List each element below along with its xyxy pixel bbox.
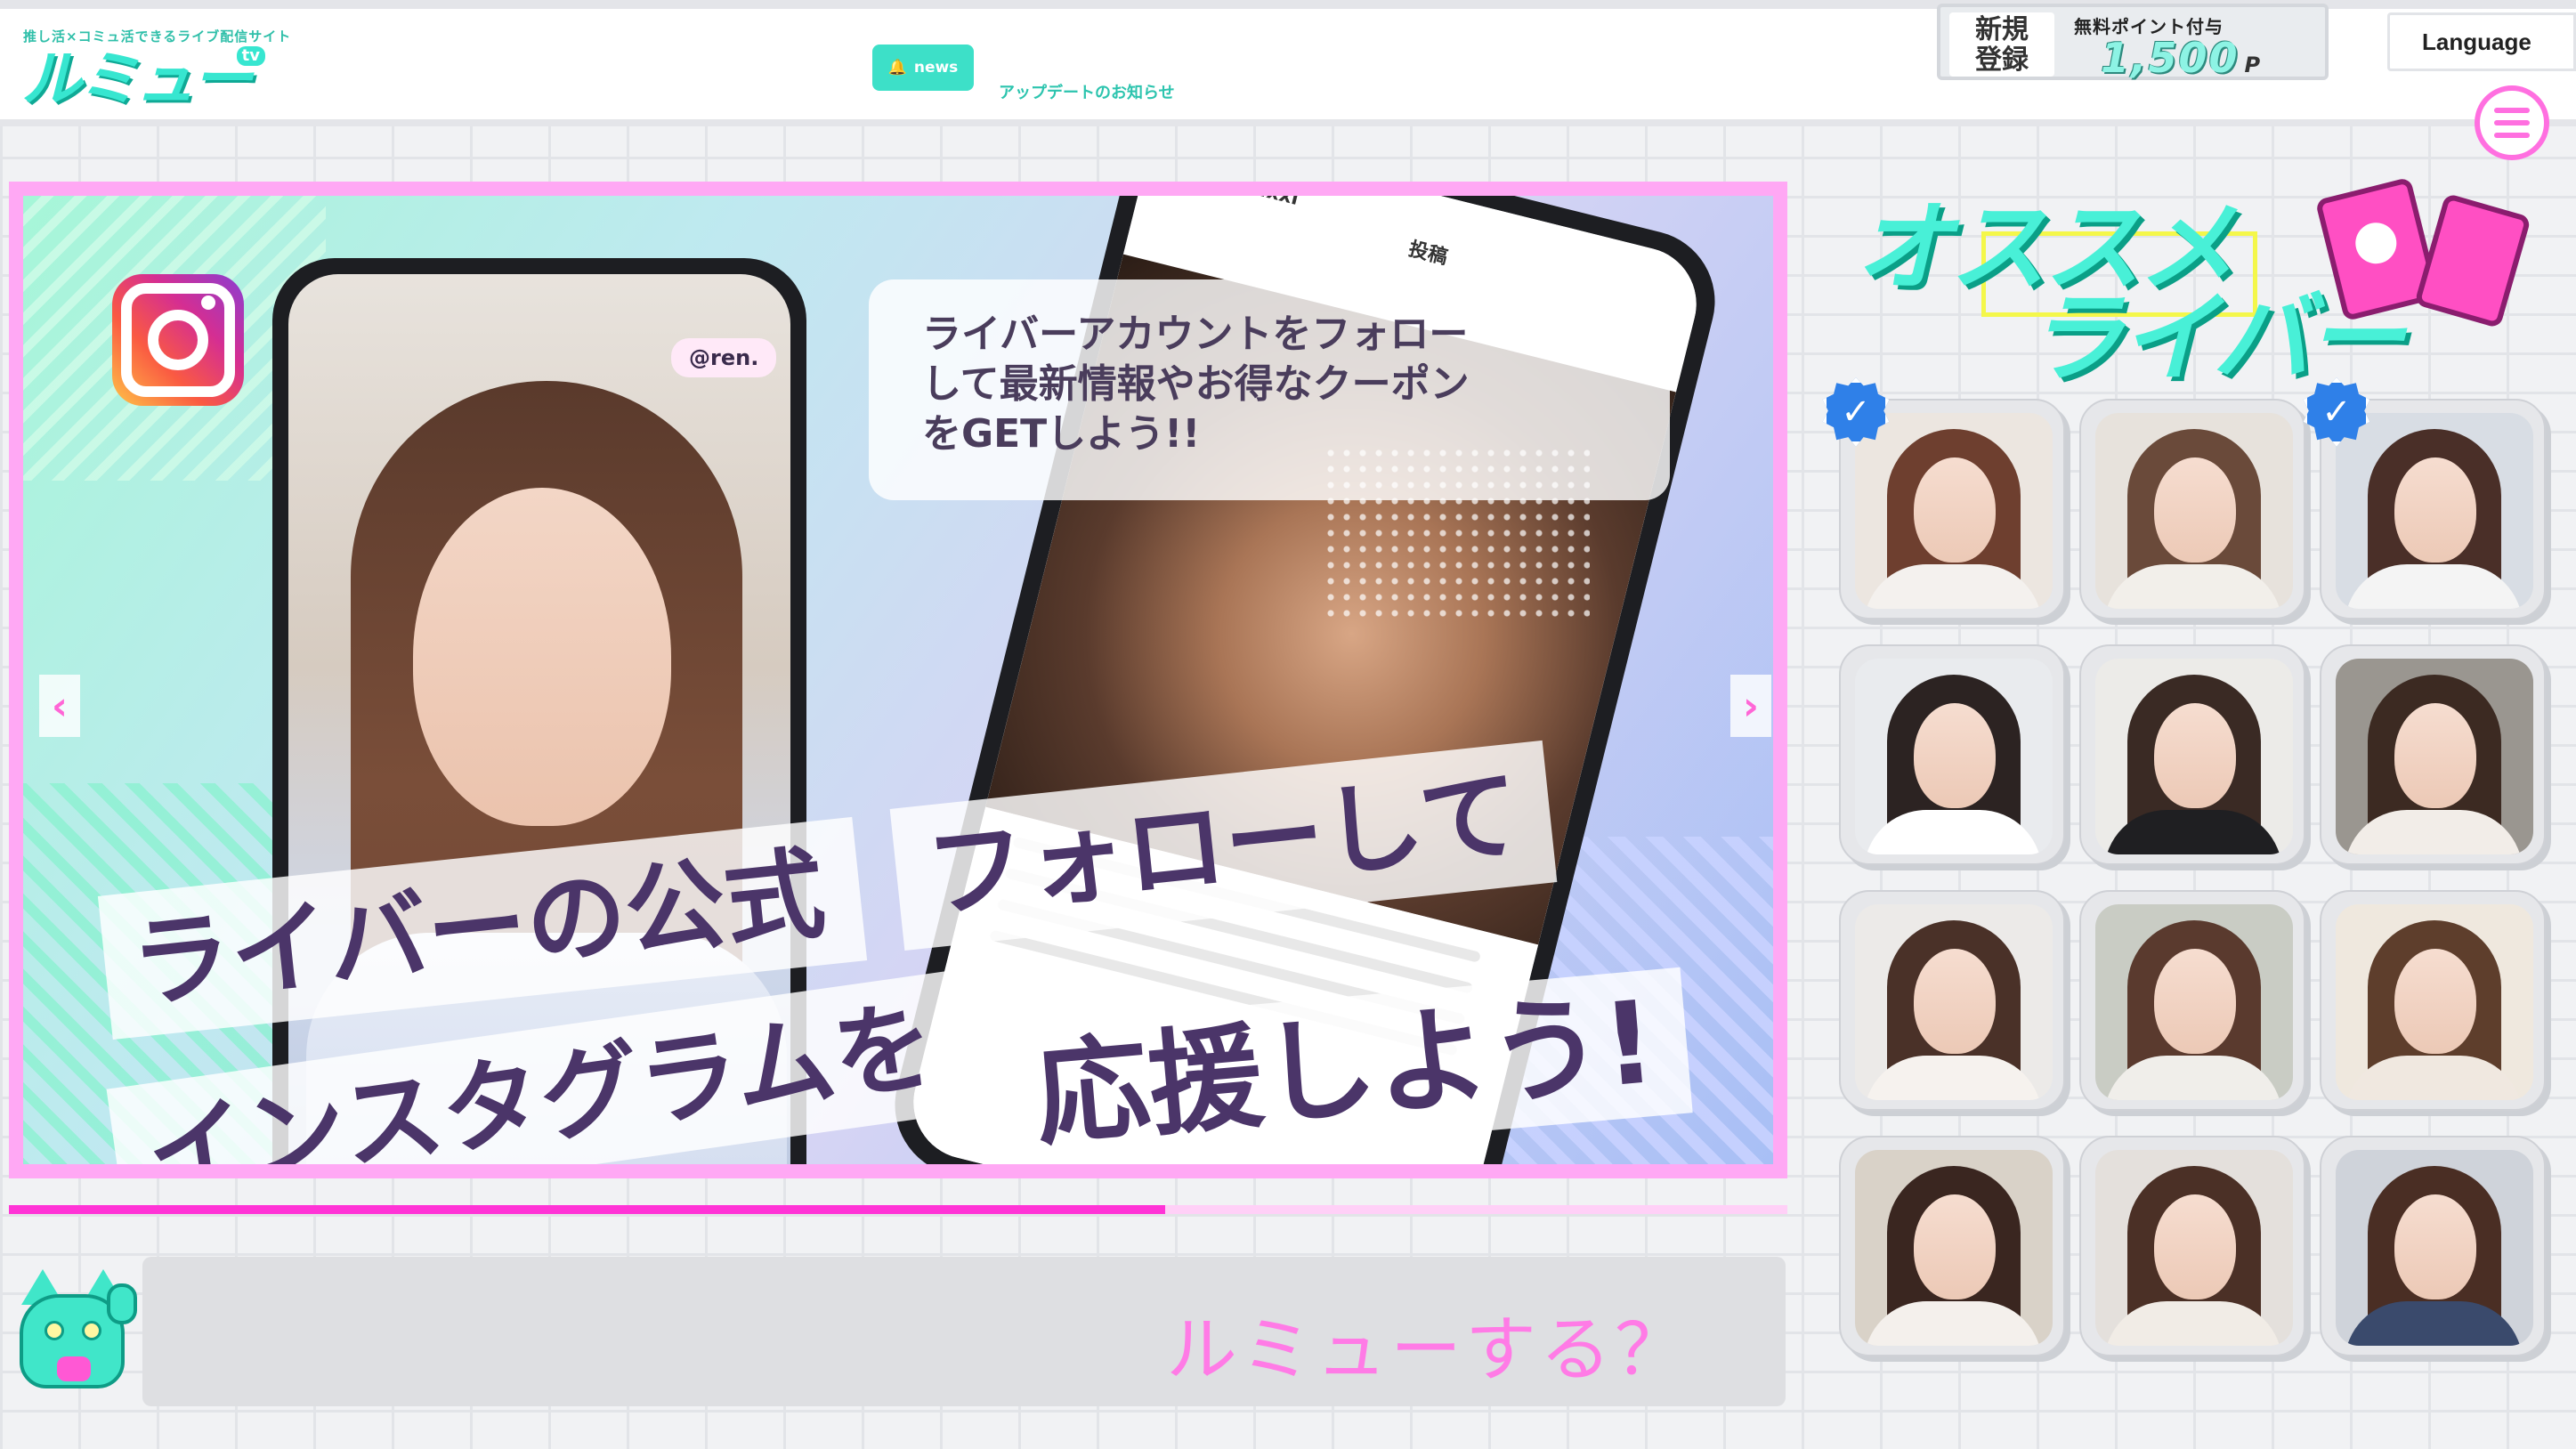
instagram-icon xyxy=(112,274,244,406)
speech-bubble: ライバーアカウントをフォロー して最新情報やお得なクーポン をGETしよう!! xyxy=(869,279,1670,500)
site-header: 推し活×コミュ活できるライブ配信サイト ルミュー tv 🔔 news アップデー… xyxy=(0,0,2576,126)
site-tagline: 推し活×コミュ活できるライブ配信サイト xyxy=(23,28,292,45)
liver-card[interactable] xyxy=(1839,1136,2065,1356)
lucky-cat-icon[interactable] xyxy=(4,1264,139,1388)
liver-photo xyxy=(1855,1150,2053,1346)
liver-photo xyxy=(2336,904,2533,1100)
hamburger-line xyxy=(2494,120,2530,125)
post-label: 投稿 xyxy=(1405,238,1450,270)
hero-slider[interactable]: ren.xxi 投稿 @ren. ライバー xyxy=(9,182,1787,1178)
slider-progress-track xyxy=(9,1205,1787,1214)
liver-photo xyxy=(2336,659,2533,854)
bubble-line: して最新情報やお得なクーポン xyxy=(922,361,1470,407)
liver-photo xyxy=(1855,413,2053,609)
news-button-label: news xyxy=(913,59,959,77)
cat-eye xyxy=(82,1321,101,1340)
photo-face xyxy=(2394,1194,2476,1299)
post-username: ren.xxi xyxy=(1221,196,1300,210)
photo-face xyxy=(2154,703,2236,808)
bubble-line: をGETしよう!! xyxy=(922,411,1201,457)
photo-face xyxy=(2394,703,2476,808)
recommended-livers-title: オススメ ライバー xyxy=(1848,160,2551,395)
language-selector[interactable]: Language xyxy=(2387,12,2576,71)
lumiu-prompt-text: ルミューする？ xyxy=(1166,1308,1689,1391)
points-unit: P xyxy=(2244,53,2263,77)
site-logo[interactable]: ルミュー tv xyxy=(21,46,271,114)
lumiu-prompt-bar[interactable]: ルミューする？ xyxy=(142,1257,1786,1406)
check-icon: ✓ xyxy=(2321,392,2352,433)
hamburger-icon[interactable] xyxy=(2475,85,2549,160)
photo-face xyxy=(2394,457,2476,563)
free-points-amount: 1,500 P xyxy=(2101,34,2262,82)
news-button[interactable]: 🔔 news xyxy=(872,45,974,91)
liver-card[interactable] xyxy=(2320,890,2546,1111)
bell-icon: 🔔 xyxy=(887,59,907,77)
photo-face xyxy=(2394,949,2476,1054)
instagram-dot xyxy=(201,295,215,310)
photo-face xyxy=(2154,457,2236,563)
liver-card[interactable] xyxy=(1839,644,2065,865)
recommended-title-line2: ライバー xyxy=(2026,281,2405,395)
liver-card[interactable] xyxy=(2320,644,2546,865)
logo-text: ルミュー xyxy=(21,45,253,115)
liver-photo xyxy=(2095,1150,2293,1346)
liver-handle-tag: @ren. xyxy=(671,338,777,377)
cat-coin xyxy=(57,1356,91,1381)
hamburger-line xyxy=(2494,133,2530,138)
photo-face xyxy=(1914,703,1996,808)
liver-card[interactable] xyxy=(2079,644,2305,865)
title-decor-card xyxy=(2414,192,2531,329)
liver-card[interactable] xyxy=(2079,399,2305,619)
liver-card[interactable] xyxy=(2079,890,2305,1111)
check-icon: ✓ xyxy=(1841,392,1871,433)
cat-eye xyxy=(45,1321,64,1340)
hamburger-line xyxy=(2494,108,2530,113)
photo-face xyxy=(1914,1194,1996,1299)
liver-photo xyxy=(2095,659,2293,854)
liver-card[interactable] xyxy=(2320,1136,2546,1356)
liver-photo xyxy=(2095,904,2293,1100)
news-update-link[interactable]: アップデートのお知らせ xyxy=(999,80,1175,103)
logo-tv-badge: tv xyxy=(236,46,265,66)
liver-card[interactable] xyxy=(1839,890,2065,1111)
slider-next-button[interactable]: › xyxy=(1730,675,1771,737)
photo-face xyxy=(2154,949,2236,1054)
points-value: 1,500 xyxy=(2101,34,2240,82)
liver-card[interactable] xyxy=(2079,1136,2305,1356)
liver-photo xyxy=(1855,659,2053,854)
photo-face xyxy=(2154,1194,2236,1299)
signup-banner[interactable]: 新規 登録 無料ポイント付与 1,500 P xyxy=(1937,4,2329,82)
liver-photo xyxy=(1855,904,2053,1100)
slider-prev-button[interactable]: ‹ xyxy=(39,675,80,737)
signup-label: 新規 登録 xyxy=(1949,12,2054,77)
slide-instagram-follow[interactable]: ren.xxi 投稿 @ren. ライバー xyxy=(23,196,1773,1164)
portrait-face xyxy=(413,488,671,826)
liver-photo xyxy=(2095,413,2293,609)
bubble-line: ライバーアカウントをフォロー xyxy=(922,312,1469,357)
cat-paw xyxy=(107,1283,137,1324)
photo-face xyxy=(1914,949,1996,1054)
liver-photo xyxy=(2336,413,2533,609)
photo-face xyxy=(1914,457,1996,563)
slider-progress-fill xyxy=(9,1205,1165,1214)
liver-photo xyxy=(2336,1150,2533,1346)
